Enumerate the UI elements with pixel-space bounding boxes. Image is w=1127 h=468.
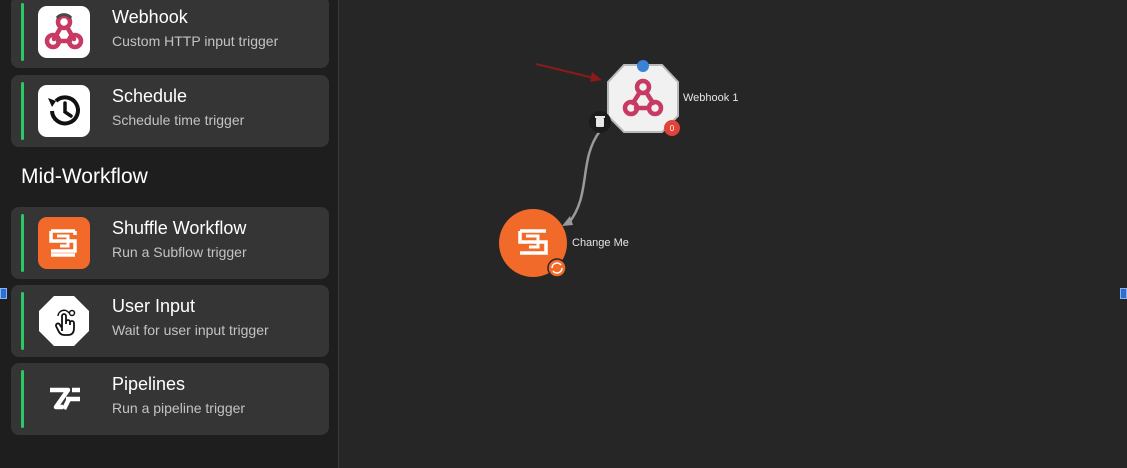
card-title: Pipelines <box>112 374 186 394</box>
card-title: Shuffle Workflow <box>112 218 247 238</box>
trigger-card-schedule[interactable]: Schedule Schedule time trigger <box>11 75 329 147</box>
card-accent-bar <box>21 214 24 272</box>
hand-pointer-icon <box>38 295 90 347</box>
node-top-handle <box>637 60 649 72</box>
card-subtitle: Wait for user input trigger <box>112 322 269 338</box>
clock-icon <box>38 85 90 137</box>
shuffle-icon <box>38 217 90 269</box>
delete-node-button[interactable] <box>589 111 611 133</box>
badge-count: 0 <box>670 124 675 133</box>
card-accent-bar <box>21 370 24 428</box>
node-label-webhook: Webhook 1 <box>683 92 739 104</box>
card-title: Webhook <box>112 7 188 27</box>
node-label-change-me: Change Me <box>572 237 629 249</box>
pointer-arrow <box>535 63 599 80</box>
card-title: User Input <box>112 296 196 316</box>
card-accent-bar <box>21 3 24 61</box>
trash-icon <box>596 118 604 127</box>
left-resize-handle[interactable] <box>0 288 7 299</box>
workflow-canvas[interactable]: 0 Webhook 1 Change Me <box>340 0 1127 468</box>
card-subtitle: Custom HTTP input trigger <box>112 33 279 49</box>
trigger-card-pipelines[interactable]: Pipelines Run a pipeline trigger <box>11 363 329 435</box>
trigger-sidebar: Webhook Custom HTTP input trigger Schedu… <box>0 0 339 468</box>
card-accent-bar <box>21 292 24 350</box>
pointer-arrowhead <box>590 72 602 82</box>
refresh-badge <box>547 258 567 278</box>
right-resize-handle[interactable] <box>1120 288 1127 299</box>
pipelines-icon <box>38 373 90 425</box>
trigger-card-webhook[interactable]: Webhook Custom HTTP input trigger <box>11 0 329 68</box>
trigger-card-user-input[interactable]: User Input Wait for user input trigger <box>11 285 329 357</box>
card-title: Schedule <box>112 86 188 106</box>
canvas-graphics: 0 <box>499 60 680 278</box>
card-subtitle: Run a Subflow trigger <box>112 244 247 260</box>
change-me-node[interactable] <box>499 209 567 278</box>
section-heading-mid-workflow: Mid-Workflow <box>21 165 148 188</box>
card-accent-bar <box>21 82 24 140</box>
card-subtitle: Run a pipeline trigger <box>112 400 246 416</box>
trigger-card-shuffle-workflow[interactable]: Shuffle Workflow Run a Subflow trigger <box>11 207 329 279</box>
workflow-edge <box>567 130 601 225</box>
card-subtitle: Schedule time trigger <box>112 112 245 128</box>
webhook-icon <box>38 6 90 58</box>
